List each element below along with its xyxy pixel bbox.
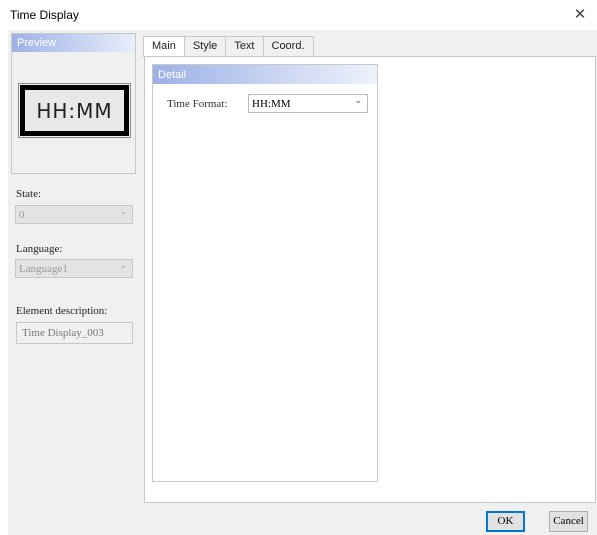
- tab-coord[interactable]: Coord.: [262, 36, 314, 56]
- element-description-label: Element description:: [16, 305, 108, 317]
- preview-panel: Preview HH:MM: [11, 33, 136, 174]
- ok-button[interactable]: OK: [486, 511, 525, 532]
- state-select: 0 ⌄: [15, 205, 133, 224]
- tab-strip: Main Style Text Coord.: [143, 36, 314, 57]
- time-display-preview: HH:MM: [18, 83, 131, 138]
- tab-text[interactable]: Text: [225, 36, 264, 56]
- state-value: 0: [19, 209, 25, 221]
- tab-style[interactable]: Style: [183, 36, 227, 56]
- preview-header: Preview: [12, 34, 135, 52]
- cancel-button[interactable]: Cancel: [549, 511, 588, 532]
- title-bar: Time Display ✕: [0, 0, 597, 30]
- language-select: Language1 ⌄: [15, 259, 133, 278]
- dialog-client-area: Preview HH:MM State: 0 ⌄ Language: Langu…: [8, 30, 597, 535]
- time-format-value: HH:MM: [252, 98, 291, 110]
- tab-main[interactable]: Main: [143, 36, 185, 57]
- chevron-down-icon: ⌄: [119, 261, 127, 271]
- time-format-label: Time Format:: [167, 98, 228, 110]
- main-tab-page: Detail Time Format: HH:MM ⌄: [144, 56, 596, 503]
- language-value: Language1: [19, 263, 68, 275]
- detail-group: Detail Time Format: HH:MM ⌄: [152, 64, 378, 482]
- close-icon[interactable]: ✕: [569, 4, 591, 26]
- language-label: Language:: [16, 243, 63, 255]
- window-title: Time Display: [10, 8, 79, 22]
- chevron-down-icon[interactable]: ⌄: [354, 96, 362, 106]
- state-label: State:: [16, 188, 42, 200]
- chevron-down-icon: ⌄: [119, 207, 127, 217]
- time-format-select[interactable]: HH:MM ⌄: [248, 94, 368, 113]
- element-description-field[interactable]: Time Display_003: [16, 322, 133, 344]
- detail-header: Detail: [153, 65, 377, 84]
